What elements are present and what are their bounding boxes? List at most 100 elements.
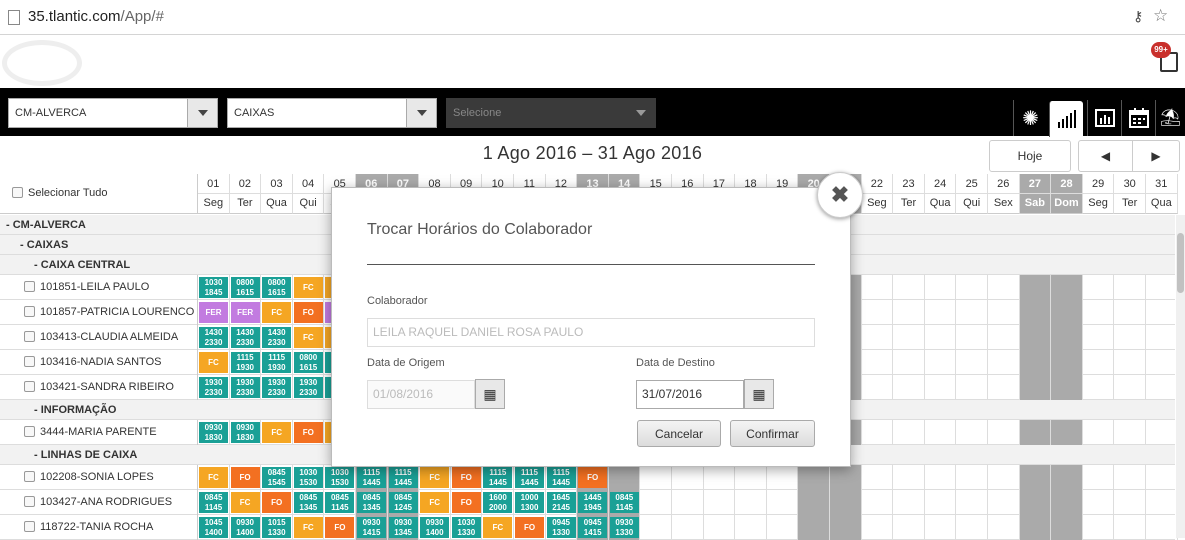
day-cell[interactable]: FC bbox=[261, 300, 293, 325]
day-cell[interactable]: 0930 1830 bbox=[198, 420, 230, 445]
shift-block[interactable]: 1600 2000 bbox=[483, 492, 513, 513]
day-cell[interactable] bbox=[1019, 515, 1052, 540]
day-cell[interactable]: FC bbox=[419, 465, 451, 490]
day-cell[interactable]: FO bbox=[451, 465, 483, 490]
day-cell[interactable] bbox=[1146, 275, 1178, 300]
day-cell[interactable] bbox=[925, 490, 957, 515]
day-cell[interactable]: FC bbox=[419, 490, 451, 515]
day-cell[interactable]: 1030 1330 bbox=[451, 515, 483, 540]
day-cell[interactable] bbox=[640, 515, 672, 540]
day-cell[interactable] bbox=[988, 275, 1020, 300]
day-cell[interactable] bbox=[1019, 375, 1052, 400]
employee-checkbox[interactable] bbox=[24, 331, 35, 342]
section-select[interactable]: Selecione bbox=[446, 98, 656, 128]
shift-block[interactable]: 1115 1445 bbox=[515, 467, 544, 488]
absence-fc-badge[interactable]: FC bbox=[262, 302, 292, 323]
shift-block[interactable]: 1115 1445 bbox=[388, 467, 418, 488]
day-cell[interactable]: FO bbox=[261, 490, 293, 515]
day-cell[interactable] bbox=[1146, 325, 1178, 350]
day-cell[interactable]: 0845 1145 bbox=[608, 490, 641, 515]
absence-fc-badge[interactable]: FC bbox=[230, 492, 260, 513]
day-cell[interactable]: FO bbox=[293, 420, 325, 445]
day-cell[interactable] bbox=[672, 490, 704, 515]
day-cell[interactable]: 1030 1530 bbox=[324, 465, 356, 490]
day-cell[interactable] bbox=[893, 515, 925, 540]
day-cell[interactable]: 0930 1415 bbox=[356, 515, 388, 540]
day-cell[interactable] bbox=[893, 420, 925, 445]
absence-fc-badge[interactable]: FC bbox=[420, 492, 450, 513]
day-cell[interactable] bbox=[1019, 465, 1052, 490]
employee-label[interactable]: 103421-SANDRA RIBEIRO bbox=[0, 375, 198, 400]
day-cell[interactable] bbox=[1114, 300, 1146, 325]
day-cell[interactable] bbox=[925, 275, 957, 300]
day-cell[interactable]: 0930 1830 bbox=[230, 420, 262, 445]
shift-block[interactable]: 1000 1300 bbox=[515, 492, 544, 513]
day-cell[interactable] bbox=[862, 325, 894, 350]
day-cell[interactable] bbox=[735, 515, 767, 540]
employee-label[interactable]: 101857-PATRICIA LOURENCO bbox=[0, 300, 198, 325]
day-cell[interactable] bbox=[798, 490, 830, 515]
absence-fo-badge[interactable]: FO bbox=[325, 517, 355, 538]
star-icon[interactable]: ☆ bbox=[1153, 6, 1168, 26]
shift-block[interactable]: 0930 1400 bbox=[230, 517, 260, 538]
day-cell[interactable]: 0945 1330 bbox=[546, 515, 578, 540]
vertical-scrollbar[interactable] bbox=[1176, 215, 1185, 538]
absence-fc-badge[interactable]: FC bbox=[483, 517, 513, 538]
day-cell[interactable]: 1430 2330 bbox=[230, 325, 262, 350]
day-cell[interactable] bbox=[1051, 490, 1083, 515]
day-cell[interactable] bbox=[862, 465, 894, 490]
day-cell[interactable]: FO bbox=[451, 490, 483, 515]
absence-fo-badge[interactable]: FO bbox=[230, 467, 260, 488]
day-cell[interactable] bbox=[1114, 275, 1146, 300]
key-icon[interactable]: ⚷ bbox=[1133, 8, 1143, 25]
calendar-view-button[interactable] bbox=[1121, 100, 1155, 136]
day-cell[interactable] bbox=[830, 490, 862, 515]
employee-checkbox[interactable] bbox=[24, 281, 35, 292]
day-cell[interactable] bbox=[862, 515, 894, 540]
day-cell[interactable] bbox=[672, 465, 704, 490]
absence-fc-badge[interactable]: FC bbox=[420, 467, 450, 488]
day-cell[interactable]: 0930 1345 bbox=[387, 515, 420, 540]
day-cell[interactable]: 1115 1930 bbox=[261, 350, 293, 375]
shift-block[interactable]: 1115 1930 bbox=[262, 352, 292, 373]
day-cell[interactable]: 0930 1400 bbox=[419, 515, 451, 540]
day-cell[interactable]: 0845 1145 bbox=[324, 490, 356, 515]
day-cell[interactable] bbox=[830, 465, 862, 490]
day-cell[interactable] bbox=[956, 275, 988, 300]
day-cell[interactable]: 19302330 bbox=[230, 375, 262, 400]
origem-calendar-button[interactable]: ▦ bbox=[475, 379, 505, 409]
shift-block[interactable]: 1030 1530 bbox=[293, 467, 323, 488]
day-cell[interactable]: 1115 1930 bbox=[230, 350, 262, 375]
shift-block[interactable]: 1115 1930 bbox=[230, 352, 260, 373]
day-cell[interactable]: 1045 1400 bbox=[198, 515, 230, 540]
day-cell[interactable]: 1115 1445 bbox=[387, 465, 420, 490]
day-cell[interactable] bbox=[1019, 300, 1052, 325]
shift-block[interactable]: 0930 1400 bbox=[420, 517, 450, 538]
day-cell[interactable]: 08001615 bbox=[230, 275, 262, 300]
day-cell[interactable] bbox=[1114, 325, 1146, 350]
day-cell[interactable] bbox=[956, 465, 988, 490]
day-cell[interactable] bbox=[1051, 325, 1083, 350]
next-button[interactable]: ▶ bbox=[1132, 140, 1180, 172]
day-cell[interactable] bbox=[1114, 375, 1146, 400]
settings-view-button[interactable]: ✺ bbox=[1013, 100, 1047, 136]
shift-block[interactable]: 0845 1145 bbox=[199, 492, 228, 513]
day-cell[interactable] bbox=[988, 325, 1020, 350]
day-cell[interactable] bbox=[956, 375, 988, 400]
day-cell[interactable] bbox=[988, 420, 1020, 445]
shift-block[interactable]: 0930 1330 bbox=[609, 517, 639, 538]
day-cell[interactable]: FO bbox=[514, 515, 546, 540]
day-cell[interactable] bbox=[798, 465, 830, 490]
day-cell[interactable] bbox=[956, 490, 988, 515]
day-cell[interactable] bbox=[1019, 350, 1052, 375]
day-cell[interactable] bbox=[956, 300, 988, 325]
shift-block[interactable]: 0930 1830 bbox=[230, 422, 260, 443]
employee-checkbox[interactable] bbox=[24, 306, 35, 317]
day-cell[interactable] bbox=[767, 515, 799, 540]
shift-block[interactable]: 0930 1830 bbox=[199, 422, 228, 443]
chevron-down-icon[interactable] bbox=[187, 99, 217, 127]
day-cell[interactable]: 1030 1530 bbox=[293, 465, 325, 490]
day-cell[interactable]: 1030 1845 bbox=[198, 275, 230, 300]
day-cell[interactable]: 0845 1345 bbox=[293, 490, 325, 515]
day-cell[interactable] bbox=[1019, 490, 1052, 515]
